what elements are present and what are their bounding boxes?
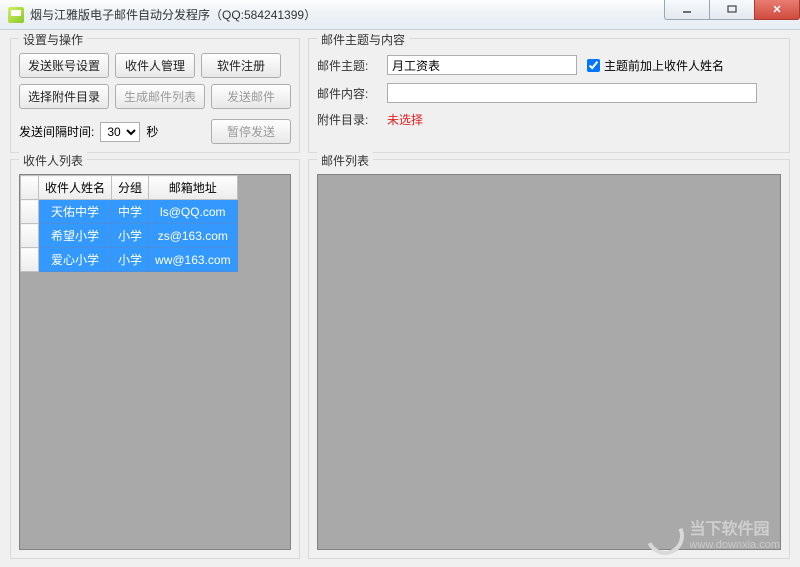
- row-header: [21, 200, 39, 224]
- choose-attach-dir-button[interactable]: 选择附件目录: [19, 84, 109, 109]
- app-icon: [8, 7, 24, 23]
- prefix-name-checkbox-input[interactable]: [587, 59, 600, 72]
- maximize-button[interactable]: [709, 0, 755, 20]
- content-input[interactable]: [387, 83, 757, 103]
- cell-email: ww@163.com: [149, 248, 238, 272]
- minimize-button[interactable]: [664, 0, 710, 20]
- table-row[interactable]: 希望小学 小学 zs@163.com: [21, 224, 238, 248]
- cell-name: 天佑中学: [39, 200, 112, 224]
- cell-email: ls@QQ.com: [149, 200, 238, 224]
- window-titlebar: 烟与江雅版电子邮件自动分发程序（QQ:584241399）: [0, 0, 800, 30]
- settings-legend: 设置与操作: [19, 31, 87, 48]
- attach-label: 附件目录:: [317, 111, 377, 128]
- cell-group: 小学: [112, 224, 149, 248]
- prefix-name-checkbox[interactable]: 主题前加上收件人姓名: [587, 57, 724, 74]
- row-header: [21, 224, 39, 248]
- recipient-grid[interactable]: 收件人姓名 分组 邮箱地址 天佑中学 中学 ls@QQ.com 希望小学: [19, 174, 291, 550]
- register-button[interactable]: 软件注册: [201, 53, 281, 78]
- window-controls: [665, 0, 800, 20]
- subject-group: 邮件主题与内容 邮件主题: 主题前加上收件人姓名 邮件内容: 附件目录: 未选择: [308, 38, 790, 153]
- settings-group: 设置与操作 发送账号设置 收件人管理 软件注册 选择附件目录 生成邮件列表 发送…: [10, 38, 300, 153]
- interval-label: 发送间隔时间:: [19, 123, 94, 140]
- col-name[interactable]: 收件人姓名: [39, 176, 112, 200]
- send-mail-button[interactable]: 发送邮件: [211, 84, 291, 109]
- recipient-list-group: 收件人列表 收件人姓名 分组 邮箱地址 天佑中学 中学 ls: [10, 159, 300, 559]
- cell-group: 中学: [112, 200, 149, 224]
- subject-input[interactable]: [387, 55, 577, 75]
- generate-mail-list-button[interactable]: 生成邮件列表: [115, 84, 205, 109]
- col-email[interactable]: 邮箱地址: [149, 176, 238, 200]
- cell-name: 希望小学: [39, 224, 112, 248]
- cell-name: 爱心小学: [39, 248, 112, 272]
- mail-list-group: 邮件列表: [308, 159, 790, 559]
- mail-list-area[interactable]: [317, 174, 781, 550]
- mail-list-legend: 邮件列表: [317, 152, 373, 169]
- prefix-name-label: 主题前加上收件人姓名: [604, 57, 724, 74]
- recipient-list-legend: 收件人列表: [19, 152, 87, 169]
- content-label: 邮件内容:: [317, 85, 377, 102]
- table-row[interactable]: 天佑中学 中学 ls@QQ.com: [21, 200, 238, 224]
- row-header: [21, 248, 39, 272]
- window-title: 烟与江雅版电子邮件自动分发程序（QQ:584241399）: [30, 6, 665, 23]
- attach-value: 未选择: [387, 111, 423, 128]
- recipient-manage-button[interactable]: 收件人管理: [115, 53, 195, 78]
- subject-legend: 邮件主题与内容: [317, 31, 409, 48]
- interval-unit: 秒: [146, 123, 158, 140]
- cell-email: zs@163.com: [149, 224, 238, 248]
- subject-label: 邮件主题:: [317, 57, 377, 74]
- close-button[interactable]: [754, 0, 800, 20]
- recipient-table: 收件人姓名 分组 邮箱地址 天佑中学 中学 ls@QQ.com 希望小学: [20, 175, 238, 272]
- interval-select[interactable]: 30: [100, 122, 140, 142]
- col-group[interactable]: 分组: [112, 176, 149, 200]
- table-corner: [21, 176, 39, 200]
- table-row[interactable]: 爱心小学 小学 ww@163.com: [21, 248, 238, 272]
- cell-group: 小学: [112, 248, 149, 272]
- client-area: 设置与操作 发送账号设置 收件人管理 软件注册 选择附件目录 生成邮件列表 发送…: [0, 30, 800, 567]
- account-settings-button[interactable]: 发送账号设置: [19, 53, 109, 78]
- pause-send-button[interactable]: 暂停发送: [211, 119, 291, 144]
